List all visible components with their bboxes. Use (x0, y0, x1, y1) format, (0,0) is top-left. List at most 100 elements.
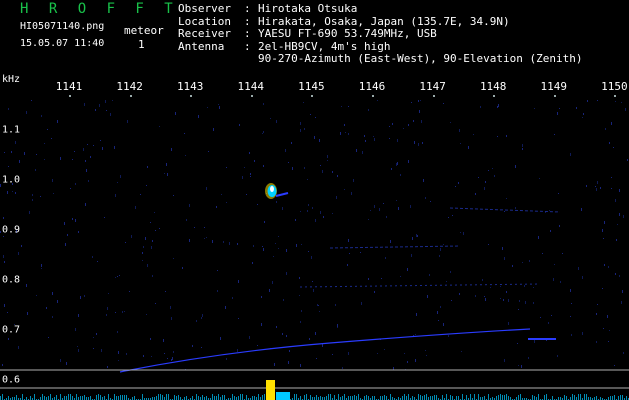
spectrum-bin (424, 395, 425, 400)
noise-pixel (313, 289, 314, 292)
noise-pixel (482, 279, 483, 281)
x-tick-mark (129, 95, 132, 97)
noise-pixel (117, 276, 118, 277)
noise-pixel (448, 217, 449, 218)
noise-pixel (320, 211, 321, 214)
noise-pixel (36, 154, 37, 155)
noise-pixel (154, 212, 155, 213)
spectrum-bin (42, 394, 43, 400)
spectrum-bin (100, 395, 101, 400)
noise-pixel (278, 248, 279, 249)
noise-pixel (478, 177, 479, 178)
noise-pixel (368, 109, 369, 111)
noise-pixel (603, 238, 604, 239)
noise-pixel (124, 311, 125, 312)
noise-pixel (407, 361, 408, 363)
noise-pixel (443, 244, 444, 245)
noise-pixel (340, 132, 341, 135)
meteor-echo-tail (275, 192, 289, 197)
noise-pixel (26, 284, 27, 287)
spectrum-bin (70, 394, 71, 400)
noise-pixel (301, 244, 302, 245)
spectrum-bin (406, 396, 407, 400)
noise-pixel (347, 264, 348, 266)
spectrum-bin (610, 396, 611, 400)
noise-pixel (319, 139, 320, 142)
noise-pixel (335, 304, 336, 306)
spectrum-bin (126, 395, 127, 400)
noise-pixel (300, 321, 301, 323)
spectrum-bin (474, 394, 475, 400)
spectrum-bin (84, 395, 85, 400)
noise-pixel (440, 248, 441, 251)
noise-pixel (155, 303, 156, 304)
noise-pixel (304, 128, 305, 130)
noise-pixel (173, 195, 174, 196)
spectrum-bin (82, 396, 83, 400)
noise-pixel (291, 142, 292, 144)
noise-pixel (303, 102, 304, 103)
noise-pixel (288, 361, 289, 364)
noise-pixel (252, 262, 253, 264)
spectrum-bin (504, 395, 505, 400)
noise-pixel (560, 281, 561, 283)
noise-pixel (27, 312, 28, 315)
noise-pixel (421, 120, 422, 123)
noise-pixel (533, 302, 534, 304)
noise-pixel (586, 185, 587, 187)
noise-pixel (48, 337, 49, 338)
noise-pixel (135, 206, 136, 209)
spectrum-bin (238, 396, 239, 400)
noise-pixel (521, 365, 522, 368)
noise-pixel (611, 188, 612, 189)
noise-pixel (84, 295, 85, 297)
y-tick-label: 0.6 (2, 374, 21, 386)
spectrum-bin (68, 394, 69, 400)
noise-pixel (450, 122, 451, 123)
noise-pixel (72, 159, 73, 160)
noise-pixel (596, 313, 597, 315)
noise-pixel (292, 167, 293, 170)
noise-pixel (142, 260, 143, 261)
noise-pixel (622, 290, 623, 293)
noise-pixel (57, 300, 58, 303)
noise-pixel (619, 275, 620, 277)
noise-pixel (615, 273, 616, 275)
noise-pixel (365, 140, 366, 142)
x-tick-mark (553, 95, 556, 97)
noise-pixel (263, 248, 264, 251)
noise-pixel (70, 188, 71, 189)
spectrum-bin (316, 395, 317, 400)
noise-pixel (216, 206, 217, 208)
noise-pixel (484, 296, 485, 297)
noise-pixel (283, 299, 284, 301)
noise-pixel (423, 179, 424, 182)
waterfall-noise (0, 100, 628, 370)
meteor-echo-core (270, 186, 274, 192)
noise-pixel (269, 289, 270, 292)
noise-pixel (345, 132, 346, 133)
spectrum-bin (160, 394, 161, 400)
waterfall-display (0, 100, 629, 400)
spectrum-bin (422, 396, 423, 400)
noise-pixel (596, 341, 597, 343)
noise-pixel (41, 115, 42, 117)
noise-pixel (276, 120, 277, 123)
spectrum-bin (162, 395, 163, 400)
spectrum-bin (328, 394, 329, 400)
noise-pixel (173, 258, 174, 259)
spectrum-bin (44, 396, 45, 400)
main-carrier-trace (119, 328, 531, 373)
noise-pixel (7, 191, 8, 194)
spectrum-bin (234, 396, 235, 400)
noise-pixel (32, 194, 33, 196)
noise-pixel (571, 303, 572, 304)
y-tick-label: 1.1 (2, 124, 21, 136)
noise-pixel (583, 113, 584, 115)
spectrum-bin (420, 395, 421, 400)
noise-pixel (351, 192, 352, 195)
noise-pixel (186, 219, 187, 221)
noise-pixel (19, 160, 20, 163)
noise-pixel (204, 227, 205, 228)
noise-pixel (150, 222, 151, 223)
